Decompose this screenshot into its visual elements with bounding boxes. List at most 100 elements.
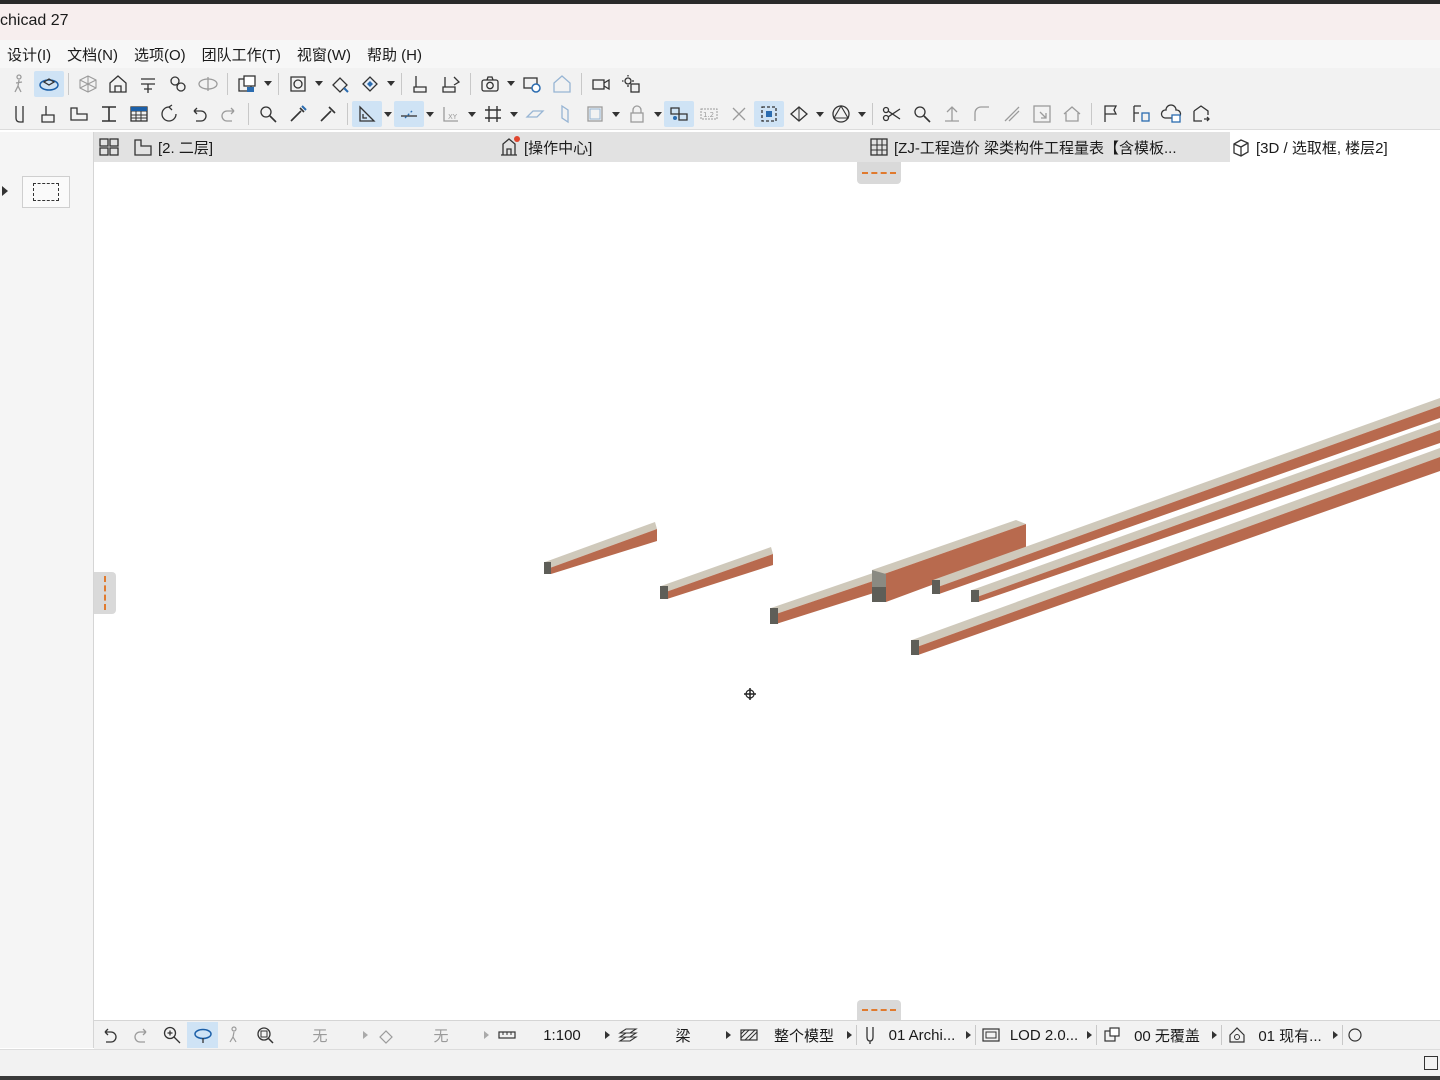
- layer-dropdown-arrow[interactable]: [262, 71, 274, 97]
- menu-design[interactable]: 设计(I): [0, 44, 60, 65]
- window-restore-icon[interactable]: [1424, 1056, 1438, 1070]
- pen-set-value[interactable]: 01 Archi...: [881, 1027, 963, 1044]
- snap-guides-dropdown-arrow[interactable]: [424, 101, 436, 127]
- menu-window[interactable]: 视窗(W): [290, 44, 360, 65]
- grid-table-icon[interactable]: [124, 101, 154, 127]
- model-settings-dropdown-arrow[interactable]: [313, 71, 325, 97]
- trace-icon[interactable]: [406, 71, 436, 97]
- renovation-value[interactable]: 01 现有...: [1250, 1025, 1330, 1046]
- zoom-redo-icon[interactable]: [125, 1022, 156, 1048]
- model-settings-icon[interactable]: [283, 71, 313, 97]
- 3d-viewport[interactable]: [94, 162, 1440, 1020]
- drawing-icon[interactable]: [64, 101, 94, 127]
- grid-snap-icon[interactable]: [478, 101, 508, 127]
- redo-icon[interactable]: [214, 101, 244, 127]
- find-select-icon[interactable]: [253, 101, 283, 127]
- beam[interactable]: [971, 422, 1440, 602]
- adjust-icon[interactable]: [907, 101, 937, 127]
- undo-icon[interactable]: [184, 101, 214, 127]
- pen-icon[interactable]: [4, 101, 34, 127]
- 3d-slab-icon[interactable]: [784, 101, 814, 127]
- guide-lines-icon[interactable]: [352, 101, 382, 127]
- grid-snap-dropdown-arrow[interactable]: [508, 101, 520, 127]
- graphic-override-value[interactable]: 00 无覆盖: [1125, 1025, 1209, 1046]
- lod-value[interactable]: LOD 2.0...: [1004, 1027, 1084, 1044]
- slab-dropdown-arrow[interactable]: [814, 101, 826, 127]
- publish-icon[interactable]: [1186, 101, 1216, 127]
- rotate-icon[interactable]: [154, 101, 184, 127]
- orbit-status-icon[interactable]: [187, 1022, 218, 1048]
- walk-status-icon[interactable]: [218, 1022, 249, 1048]
- orbit-icon[interactable]: [34, 70, 64, 97]
- flag-icon[interactable]: [1096, 101, 1126, 127]
- sun-settings-icon[interactable]: [616, 71, 646, 97]
- roof-icon[interactable]: [1057, 101, 1087, 127]
- dimension-icon[interactable]: 1.2: [694, 101, 724, 127]
- 3d-explode-icon[interactable]: [73, 71, 103, 97]
- shape-icon[interactable]: [826, 101, 856, 127]
- selection-marquee-icon[interactable]: [754, 101, 784, 127]
- undo-status-arrow[interactable]: [360, 1022, 370, 1048]
- tab-3d-view[interactable]: [3D / 选取框, 楼层2]: [1230, 132, 1440, 162]
- graphic-override-arrow[interactable]: [1209, 1022, 1219, 1048]
- syringe-icon[interactable]: [313, 101, 343, 127]
- scale-ruler-icon[interactable]: [491, 1022, 522, 1048]
- view-rotate-icon[interactable]: [370, 1022, 401, 1048]
- offset-icon[interactable]: [997, 101, 1027, 127]
- menu-help[interactable]: 帮助 (H): [360, 44, 431, 65]
- material-dropdown-arrow[interactable]: [385, 71, 397, 97]
- viewport-left-handle[interactable]: [94, 572, 116, 614]
- expand-panel-arrow-icon[interactable]: [2, 186, 8, 196]
- camera-dropdown-arrow[interactable]: [505, 71, 517, 97]
- redo-status-arrow[interactable]: [481, 1022, 491, 1048]
- column-icon[interactable]: [94, 101, 124, 127]
- zoom-in-icon[interactable]: [156, 1022, 187, 1048]
- properties-list-icon[interactable]: [1126, 101, 1156, 127]
- beam[interactable]: [770, 572, 880, 624]
- layer-value[interactable]: 梁: [643, 1025, 723, 1046]
- model-view-arrow[interactable]: [844, 1022, 854, 1048]
- marquee-tool-button[interactable]: [22, 176, 70, 208]
- cloud-schedule-icon[interactable]: [1156, 101, 1186, 127]
- renovation-arrow[interactable]: [1330, 1022, 1340, 1048]
- box-frame-dropdown-arrow[interactable]: [610, 101, 622, 127]
- magic-wand-icon[interactable]: [34, 101, 64, 127]
- tab-action-center[interactable]: [操作中心]: [498, 132, 592, 162]
- 3d-cutaway-icon[interactable]: [193, 71, 223, 97]
- pen-set-arrow[interactable]: [963, 1022, 973, 1048]
- zoom-undo-icon[interactable]: [94, 1022, 125, 1048]
- menu-options[interactable]: 选项(O): [127, 44, 195, 65]
- layers-icon[interactable]: [612, 1022, 643, 1048]
- filter-3d-icon[interactable]: [163, 71, 193, 97]
- render-icon[interactable]: [517, 71, 547, 97]
- viewport-bottom-handle[interactable]: [857, 1000, 901, 1020]
- tab-floor-plan[interactable]: [2. 二层]: [132, 132, 213, 162]
- graphic-override-icon[interactable]: [1099, 1022, 1125, 1048]
- tab-overview[interactable]: [98, 132, 120, 162]
- coordinates-dropdown-arrow[interactable]: [466, 101, 478, 127]
- layer-arrow[interactable]: [723, 1022, 733, 1048]
- fit-in-window-icon[interactable]: [249, 1022, 280, 1048]
- model-view-value[interactable]: 整个模型: [764, 1025, 844, 1046]
- intersection-icon[interactable]: [724, 101, 754, 127]
- eyedropper-icon[interactable]: [283, 101, 313, 127]
- group-suspend-icon[interactable]: [664, 101, 694, 127]
- walk-mode-icon[interactable]: [4, 71, 34, 97]
- surface-paint-icon[interactable]: [325, 71, 355, 97]
- fillet-icon[interactable]: [967, 101, 997, 127]
- partial-structure-icon[interactable]: [1345, 1022, 1365, 1048]
- beam[interactable]: [544, 522, 657, 574]
- video-camera-icon[interactable]: [586, 71, 616, 97]
- scale-value[interactable]: 1:100: [522, 1027, 602, 1044]
- 3d-building-icon[interactable]: [103, 71, 133, 97]
- pen-set-icon[interactable]: [859, 1022, 881, 1048]
- trace-reference-icon[interactable]: [436, 71, 466, 97]
- edit-plane-icon[interactable]: [550, 101, 580, 127]
- shape-dropdown-arrow[interactable]: [856, 101, 868, 127]
- 3d-document-icon[interactable]: [547, 71, 577, 97]
- lock-icon[interactable]: [622, 101, 652, 127]
- material-icon[interactable]: [355, 71, 385, 97]
- split-icon[interactable]: [877, 101, 907, 127]
- resize-icon[interactable]: [1027, 101, 1057, 127]
- menu-teamwork[interactable]: 团队工作(T): [195, 44, 290, 65]
